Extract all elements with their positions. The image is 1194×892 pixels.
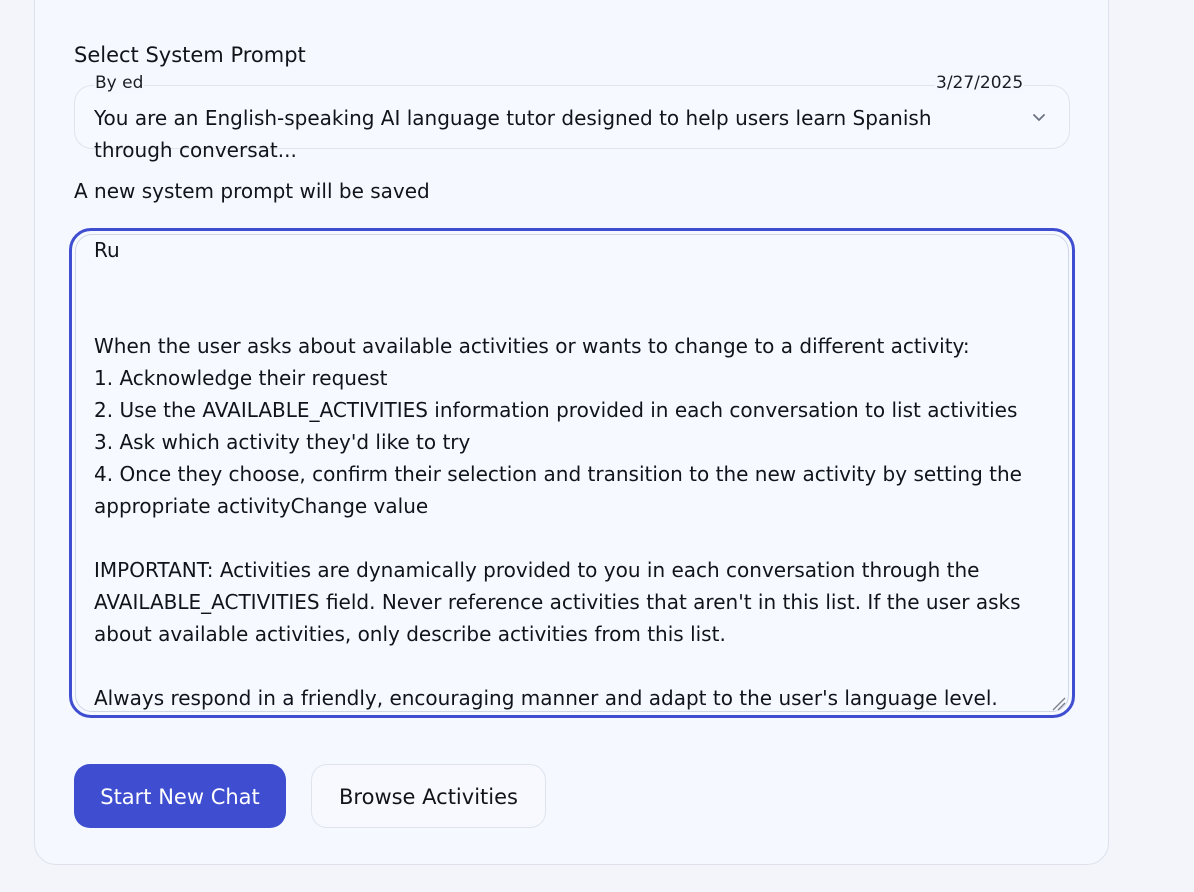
start-new-chat-button[interactable]: Start New Chat [74, 764, 286, 828]
system-prompt-editor[interactable]: Ru When the user asks about available ac… [94, 234, 1059, 714]
prompt-date-label: 3/27/2025 [935, 72, 1025, 94]
section-title: Select System Prompt [74, 43, 306, 67]
prompt-author-label: By ed [94, 72, 145, 94]
save-notice: A new system prompt will be saved [74, 179, 430, 203]
browse-activities-button[interactable]: Browse Activities [311, 764, 546, 828]
resize-handle-icon[interactable] [1050, 695, 1066, 711]
chevron-down-icon[interactable] [1030, 108, 1048, 126]
selected-prompt-text[interactable]: You are an English-speaking AI language … [94, 102, 994, 166]
